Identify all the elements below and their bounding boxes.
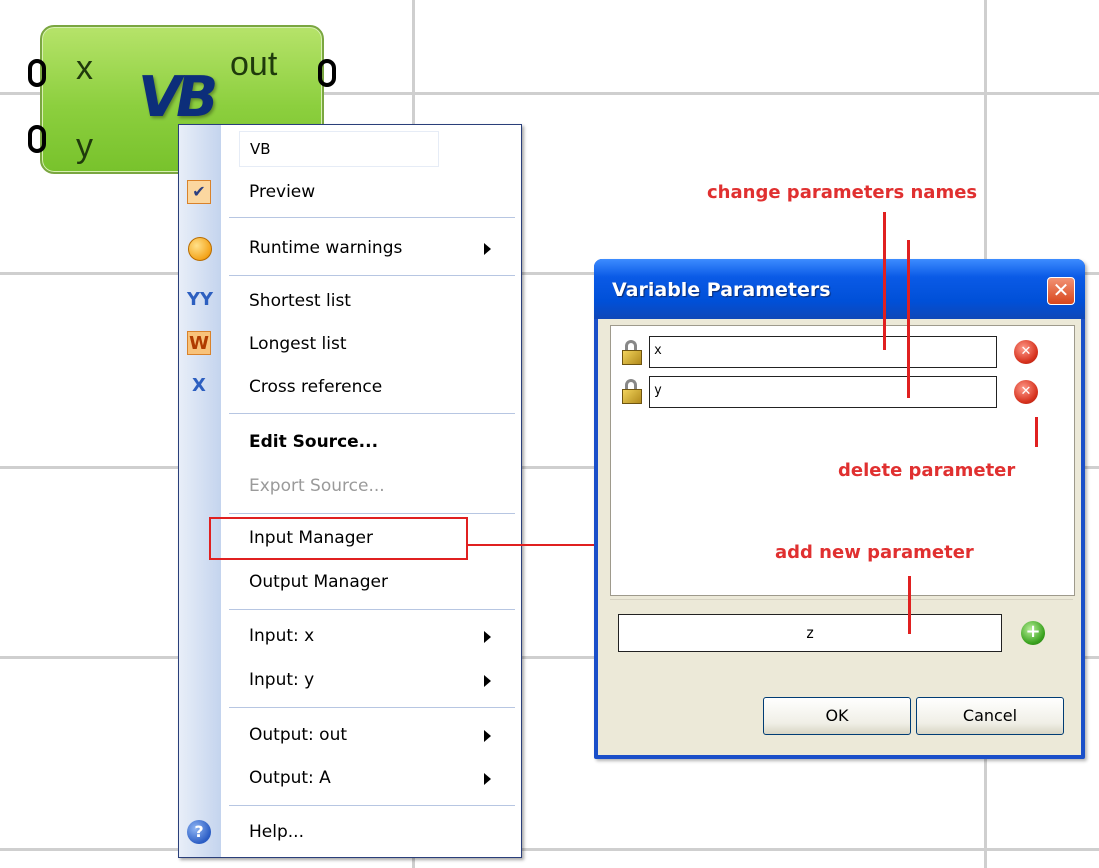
parameter-name-input-x[interactable]: x (649, 336, 997, 368)
menu-item-label: Output: A (249, 768, 331, 788)
vb-logo-icon: VB (132, 65, 218, 130)
new-parameter-input[interactable]: z (618, 614, 1002, 652)
menu-item-label: Longest list (249, 334, 347, 354)
component-name-value: VB (250, 140, 271, 158)
menu-separator (229, 413, 515, 414)
menu-item-label: Shortest list (249, 291, 351, 311)
menu-item-label: Help... (249, 822, 304, 842)
menu-separator (229, 805, 515, 806)
new-parameter-panel: z + (610, 599, 1073, 664)
annotation-pointer-line (883, 212, 886, 350)
lock-icon[interactable] (621, 340, 643, 366)
input-grip-y[interactable] (28, 125, 46, 153)
close-button[interactable]: ✕ (1047, 277, 1075, 305)
input-label-y: y (76, 127, 93, 165)
annotation-delete: delete parameter (838, 460, 1016, 481)
grid-line (0, 848, 1099, 851)
help-icon: ? (187, 820, 211, 844)
delete-parameter-icon[interactable]: ✕ (1014, 340, 1038, 364)
annotation-pointer-line (908, 576, 911, 634)
menu-item-label: Input: y (249, 670, 315, 690)
highlight-connector-line (468, 544, 594, 546)
menu-icon-gutter (179, 125, 221, 857)
submenu-arrow-icon (484, 773, 491, 785)
context-menu: VB ✔ Preview Runtime warnings ΥΥ Shortes… (178, 124, 522, 858)
menu-separator (229, 275, 515, 276)
cancel-button[interactable]: Cancel (916, 697, 1064, 735)
menu-item-label: Runtime warnings (249, 238, 403, 258)
menu-item-label: Cross reference (249, 377, 383, 397)
variable-parameters-dialog: Variable Parameters ✕ x ✕ y ✕ z + OK Can… (594, 259, 1085, 759)
ok-button[interactable]: OK (763, 697, 911, 735)
dialog-client-area: x ✕ y ✕ z + OK Cancel (598, 319, 1081, 755)
input-grip-x[interactable] (28, 59, 46, 87)
cross-reference-icon: X (192, 375, 206, 396)
menu-item-label: Preview (249, 182, 316, 202)
parameter-name-input-y[interactable]: y (649, 376, 997, 408)
menu-separator (229, 513, 515, 514)
longest-list-icon: W (187, 331, 211, 355)
menu-item-label: Input: x (249, 626, 315, 646)
menu-separator (229, 217, 515, 218)
input-manager-highlight (209, 517, 468, 560)
menu-item-label: Output: out (249, 725, 348, 745)
menu-item-export-source: Export Source... (249, 476, 385, 496)
menu-item-edit-source[interactable]: Edit Source... (249, 432, 378, 452)
submenu-arrow-icon (484, 730, 491, 742)
output-label-out: out (230, 45, 278, 83)
menu-item-output-manager[interactable]: Output Manager (249, 572, 388, 592)
check-icon: ✔ (187, 180, 211, 204)
annotation-change-names: change parameters names (707, 182, 978, 203)
warning-orb-icon (188, 237, 212, 261)
submenu-arrow-icon (484, 631, 491, 643)
close-icon: ✕ (1052, 278, 1070, 302)
shortest-list-icon: ΥΥ (187, 289, 214, 310)
annotation-add-new: add new parameter (775, 542, 974, 563)
lock-icon[interactable] (621, 379, 643, 405)
delete-parameter-icon[interactable]: ✕ (1014, 380, 1038, 404)
component-name-field[interactable]: VB (239, 131, 439, 167)
submenu-arrow-icon (484, 675, 491, 687)
dialog-title: Variable Parameters (612, 279, 831, 301)
input-label-x: x (76, 49, 93, 87)
submenu-arrow-icon (484, 243, 491, 255)
menu-separator (229, 609, 515, 610)
output-grip-out[interactable] (318, 59, 336, 87)
add-parameter-icon[interactable]: + (1021, 621, 1045, 645)
annotation-pointer-line (907, 240, 910, 398)
annotation-pointer-line (1035, 417, 1038, 447)
dialog-titlebar[interactable]: Variable Parameters ✕ (594, 259, 1085, 319)
menu-separator (229, 707, 515, 708)
